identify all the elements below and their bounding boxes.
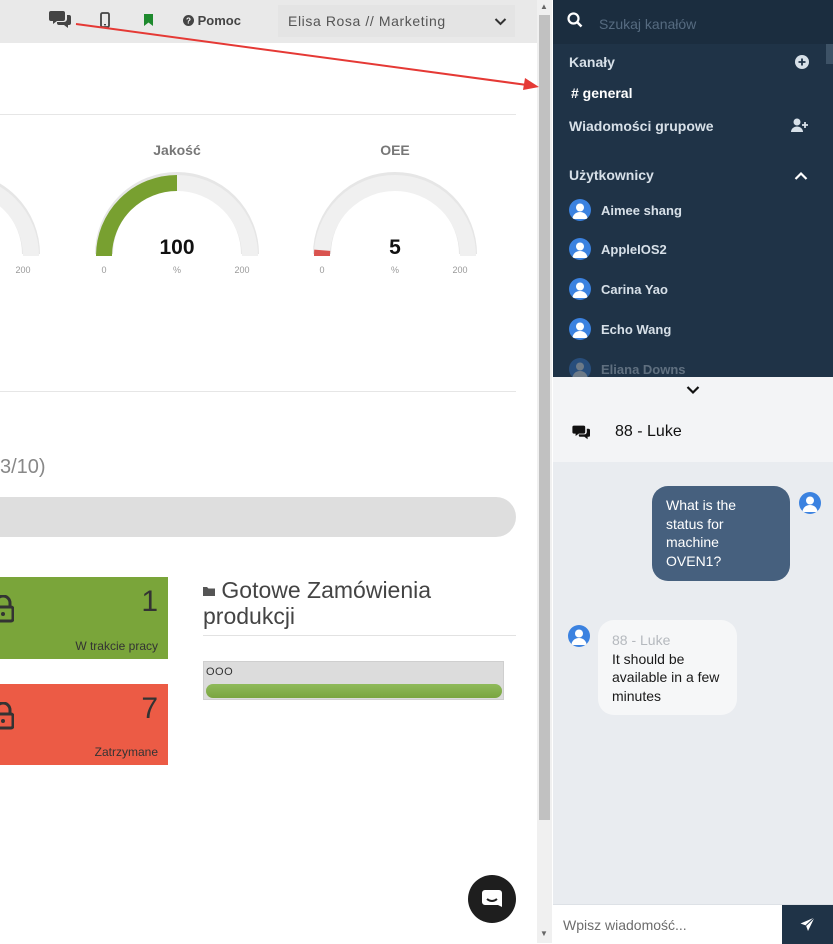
- gauge-title: OEE: [380, 142, 410, 158]
- sidebar-collapse-toggle[interactable]: [553, 377, 833, 399]
- chevron-down-icon: [686, 382, 700, 400]
- order-progress-bar: [206, 684, 502, 698]
- scroll-down-icon[interactable]: ▼: [540, 929, 548, 938]
- message-input[interactable]: [561, 914, 775, 936]
- gauge-max: 200: [234, 265, 249, 275]
- top-bar: ? Pomoc Elisa Rosa // Marketing: [0, 0, 537, 43]
- tile-count: 1: [141, 585, 158, 619]
- help-link[interactable]: ? Pomoc: [183, 13, 241, 28]
- gauge-value: 5: [389, 236, 401, 259]
- gauge-unit: %: [173, 265, 181, 275]
- divider: [203, 635, 516, 636]
- users-heading: Użytkownicy: [569, 167, 654, 183]
- gauge-title: Jakość: [153, 142, 201, 158]
- orders-title-text: Gotowe Zamówienia produkcji: [203, 577, 431, 629]
- orders-title: Gotowe Zamówienia produkcji: [203, 577, 503, 629]
- message-text: It should be available in a few minutes: [612, 650, 723, 706]
- tile-count: 7: [141, 692, 158, 726]
- avatar-icon: [569, 199, 591, 221]
- folder-icon: [203, 577, 221, 603]
- avatar-icon: [569, 238, 591, 260]
- send-icon: [800, 917, 815, 937]
- svg-text:?: ?: [186, 17, 191, 26]
- order-label: OOO: [206, 666, 233, 678]
- user-name: Echo Wang: [601, 322, 671, 337]
- message-incoming: 88 - Luke It should be available in a fe…: [598, 620, 737, 715]
- avatar-icon: [799, 492, 821, 514]
- user-name: Carina Yao: [601, 282, 668, 297]
- chat-header: 88 - Luke: [553, 399, 833, 462]
- chat-sidebar: Kanały # general Wiadomości grupowe Użyt…: [553, 0, 833, 377]
- gauge-max: 200: [15, 265, 30, 275]
- search-icon: [567, 12, 583, 33]
- gauge-unit: %: [391, 265, 399, 275]
- group-messages-heading: Wiadomości grupowe: [569, 118, 714, 134]
- gauge-track: [0, 183, 31, 256]
- order-progress-fill: [206, 684, 502, 698]
- chat-title: 88 - Luke: [615, 423, 682, 441]
- divider: [0, 391, 516, 392]
- gauge-value: 100: [159, 236, 194, 259]
- message-author: 88 - Luke: [612, 631, 723, 650]
- channels-heading: Kanały: [569, 54, 615, 70]
- add-user-icon[interactable]: [791, 118, 809, 138]
- search-input[interactable]: [597, 13, 821, 35]
- help-label: Pomoc: [198, 13, 241, 28]
- message-list: What is the status for machine OVEN1? 88…: [553, 462, 833, 904]
- chat-launcher-button[interactable]: [468, 875, 516, 923]
- user-menu[interactable]: Elisa Rosa // Marketing: [278, 5, 515, 37]
- scrollbar[interactable]: ▲ ▼: [537, 0, 552, 943]
- help-icon: ?: [183, 13, 198, 28]
- gauge-min: 0: [101, 265, 106, 275]
- gauges: 200 Jakość 100% 0 200 OEE 5% 0 200: [0, 120, 516, 290]
- progress-count: 3/10): [0, 456, 46, 479]
- message-text: What is the status for machine OVEN1?: [666, 497, 736, 569]
- user-name: Eliana Downs: [601, 362, 686, 377]
- chevron-down-icon: [494, 14, 507, 32]
- avatar-icon: [568, 625, 590, 647]
- scroll-up-icon[interactable]: ▲: [540, 2, 548, 11]
- chat-icon[interactable]: [49, 8, 73, 33]
- gauge-max: 200: [452, 265, 467, 275]
- bookmark-icon[interactable]: [143, 13, 154, 32]
- lock-icon: [0, 702, 14, 735]
- scroll-thumb[interactable]: [539, 15, 550, 820]
- tile-label: Zatrzymane: [95, 745, 158, 759]
- chevron-up-icon[interactable]: [794, 168, 808, 186]
- order-item[interactable]: OOO: [203, 661, 504, 700]
- channel-general[interactable]: # general: [571, 85, 632, 101]
- user-label: Elisa Rosa // Marketing: [288, 13, 446, 29]
- user-name: AppleIOS2: [601, 242, 667, 257]
- add-channel-icon[interactable]: [795, 55, 809, 74]
- sidebar-scroll-indicator: [826, 44, 833, 64]
- channel-search: [553, 0, 833, 44]
- avatar-icon: [569, 318, 591, 340]
- user-name: Aimee shang: [601, 203, 682, 218]
- chat-bubble-icon: [481, 888, 503, 915]
- lock-icon: [0, 595, 14, 628]
- send-button[interactable]: [782, 905, 833, 944]
- mobile-icon[interactable]: [100, 12, 110, 33]
- message-composer: [553, 904, 833, 943]
- message-outgoing: What is the status for machine OVEN1?: [652, 486, 790, 581]
- conversation-icon: [572, 424, 592, 445]
- avatar-icon: [569, 278, 591, 300]
- tile-label: W trakcie pracy: [75, 639, 158, 653]
- status-tile-in-progress[interactable]: 1 W trakcie pracy: [0, 577, 168, 659]
- progress-bar: [0, 497, 516, 537]
- gauge-min: 0: [319, 265, 324, 275]
- divider: [0, 114, 516, 115]
- status-tile-stopped[interactable]: 7 Zatrzymane: [0, 684, 168, 765]
